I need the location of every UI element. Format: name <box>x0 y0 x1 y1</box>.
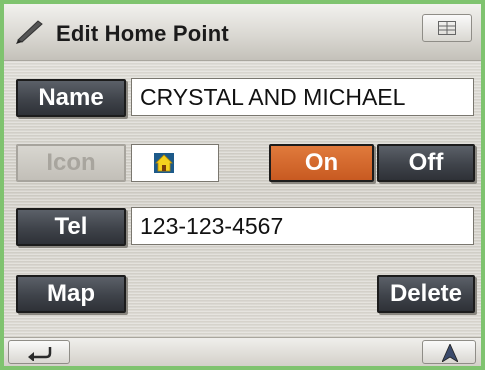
pencil-icon <box>16 20 43 44</box>
page-title: Edit Home Point <box>56 21 229 46</box>
tel-field[interactable]: 123-123-4567 <box>131 207 474 245</box>
icon-off-toggle[interactable]: Off <box>377 144 475 182</box>
back-button[interactable] <box>8 340 70 364</box>
edit-home-point-screen: Edit Home Point Name CRYSTAL AND MICHAEL… <box>4 4 481 366</box>
title-bar: Edit Home Point <box>4 4 481 61</box>
bottom-bar <box>4 337 481 366</box>
device-frame: Edit Home Point Name CRYSTAL AND MICHAEL… <box>0 0 485 370</box>
icon-preview[interactable] <box>131 144 219 182</box>
icon-button[interactable]: Icon <box>16 144 126 182</box>
name-button[interactable]: Name <box>16 79 126 117</box>
navigation-button[interactable] <box>422 340 476 364</box>
menu-button[interactable] <box>422 14 472 42</box>
name-field[interactable]: CRYSTAL AND MICHAEL <box>131 78 474 116</box>
return-arrow-icon <box>28 347 52 361</box>
map-button[interactable]: Map <box>16 275 126 313</box>
delete-button[interactable]: Delete <box>377 275 475 313</box>
home-icon <box>154 153 174 173</box>
grid-menu-icon <box>438 21 456 35</box>
tel-button[interactable]: Tel <box>16 208 126 246</box>
icon-on-toggle[interactable]: On <box>269 144 374 182</box>
navigation-arrow-icon <box>442 344 458 362</box>
